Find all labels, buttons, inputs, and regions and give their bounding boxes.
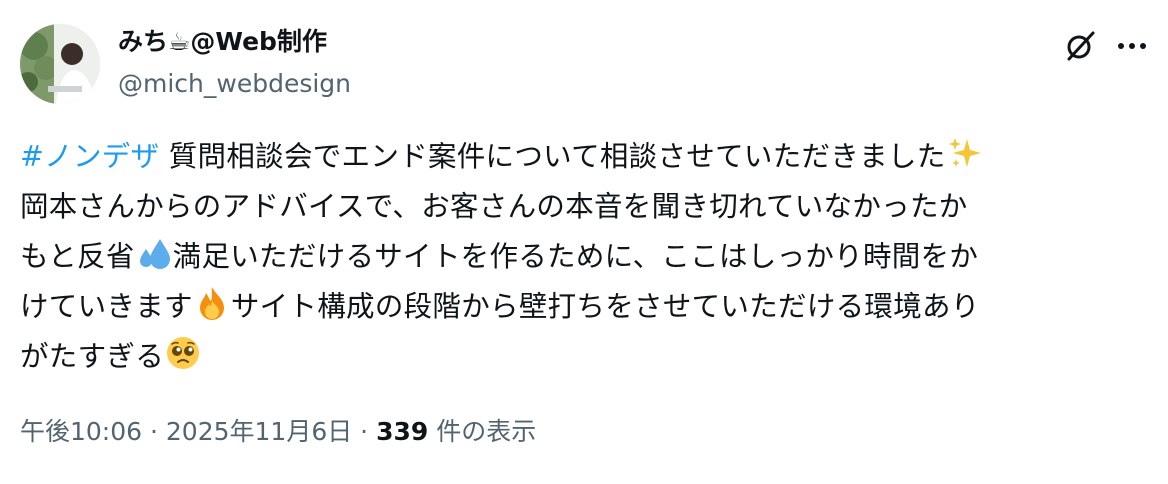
fire-icon xyxy=(199,287,224,320)
post-text: #ノンデザ 質問相談会でエンド案件について相談させていただきました 岡本さんから… xyxy=(20,132,1155,382)
pleading-face-icon xyxy=(167,337,200,369)
views-count: 339 xyxy=(376,417,429,446)
avatar[interactable] xyxy=(20,24,100,104)
sweat-droplets-icon xyxy=(139,239,170,269)
post-line-5: がたすぎる xyxy=(20,332,1155,382)
meta-separator: · xyxy=(352,417,377,446)
grok-icon xyxy=(1067,31,1095,61)
post-line-5-pre: がたすぎる xyxy=(20,340,165,373)
hashtag-link[interactable]: #ノンデザ xyxy=(20,140,159,173)
post-time-link[interactable]: 午後10:06 · 2025年11月6日 xyxy=(20,417,352,446)
grok-button[interactable] xyxy=(1060,26,1100,66)
post-date: 2025年11月6日 xyxy=(165,417,353,446)
post-line-4-pre: けていきます xyxy=(20,290,193,323)
post-line-4: けていきます サイト構成の段階から壁打ちをさせていただける環境あり xyxy=(20,282,1155,332)
post-line-3: もと反省 満足いただけるサイトを作るために、ここはしっかり時間をか xyxy=(20,232,1155,282)
meta-separator: · xyxy=(142,417,166,446)
post-line-3-pre: もと反省 xyxy=(20,240,135,273)
more-options-button[interactable] xyxy=(1112,26,1152,66)
sparkles-icon xyxy=(948,138,981,167)
post-line-3-post: 満足いただけるサイトを作るために、ここはしっかり時間をか xyxy=(172,240,979,273)
post-line-4-post: サイト構成の段階から壁打ちをさせていただける環境あり xyxy=(230,290,980,323)
more-dots-icon xyxy=(1118,43,1146,49)
views-label: 件の表示 xyxy=(428,417,537,446)
author-handle[interactable]: @mich_webdesign xyxy=(118,66,351,102)
post-line-1: #ノンデザ 質問相談会でエンド案件について相談させていただきました xyxy=(20,132,1155,182)
post-line-2: 岡本さんからのアドバイスで、お客さんの本音を聞き切れていなかったか xyxy=(20,190,968,223)
avatar-photo xyxy=(20,24,100,104)
post-line-1-text: 質問相談会でエンド案件について相談させていただきました xyxy=(159,140,946,173)
post-meta: 午後10:06 · 2025年11月6日 · 339 件の表示 xyxy=(20,414,536,450)
post-time: 午後10:06 xyxy=(20,417,143,446)
author-display-name[interactable]: みち☕@Web制作 xyxy=(118,24,327,60)
post-card: みち☕@Web制作 @mich_webdesign #ノンデザ 質問相談会でエン… xyxy=(0,0,1168,484)
